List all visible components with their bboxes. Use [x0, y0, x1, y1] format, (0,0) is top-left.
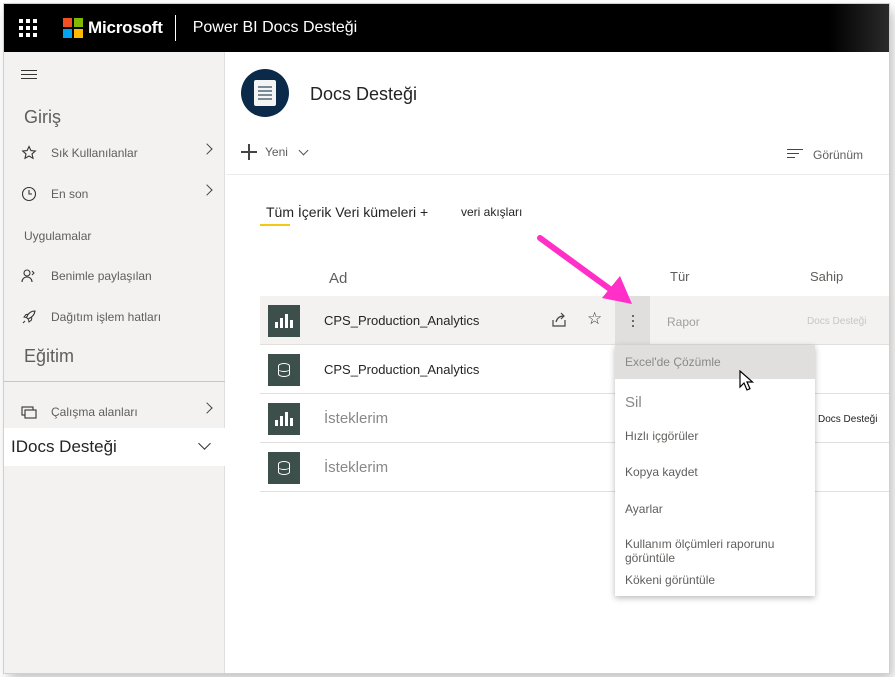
app-launcher-icon[interactable] — [4, 4, 52, 52]
menu-item-quick-insights[interactable]: Hızlı içgörüler — [615, 429, 815, 443]
workspace-avatar — [241, 69, 289, 117]
star-icon — [19, 143, 39, 163]
plus-icon — [241, 144, 257, 160]
person-share-icon — [19, 266, 39, 286]
column-header-owner[interactable]: Sahip — [810, 269, 843, 284]
view-button-label: Görünüm — [813, 148, 864, 162]
hamburger-icon[interactable] — [21, 70, 37, 82]
mouse-cursor-icon — [739, 370, 755, 391]
menu-item-analyze-in-excel[interactable]: Excel'de Çözümle — [615, 345, 815, 379]
column-header-type[interactable]: Tür — [670, 269, 690, 284]
top-bar: Microsoft Power BI Docs Desteği — [4, 4, 889, 52]
sidebar-item-label: Çalışma alanları — [51, 405, 138, 419]
brand-name: Microsoft — [88, 18, 163, 37]
favorite-star-icon[interactable]: ☆ — [587, 309, 602, 329]
item-name[interactable]: CPS_Production_Analytics — [324, 313, 479, 328]
sidebar-item-label: Benimle paylaşılan — [51, 269, 152, 283]
new-button[interactable]: Yeni — [241, 144, 309, 160]
chevron-down-icon — [298, 145, 309, 155]
report-icon — [268, 403, 300, 435]
sidebar-item-pipelines[interactable]: Dağıtım işlem hatları — [4, 298, 225, 336]
workspaces-icon — [19, 402, 39, 422]
dataset-icon — [268, 354, 300, 386]
sidebar-item-workspaces[interactable]: Çalışma alanları — [4, 393, 225, 431]
sidebar: Giriş Sık Kullanılanlar En son Uygulamal… — [4, 52, 225, 673]
main-content: Docs Desteği Yeni Görünüm Tüm İçerik Ver… — [226, 52, 889, 673]
item-type: Rapor — [667, 315, 700, 329]
annotation-arrow-icon — [537, 235, 632, 304]
active-workspace-label: IDocs Desteği — [11, 437, 117, 456]
item-name[interactable]: İsteklerim — [324, 410, 388, 427]
sidebar-learning-heading[interactable]: Eğitim — [24, 346, 74, 367]
sidebar-divider — [4, 381, 225, 382]
new-button-label: Yeni — [265, 145, 288, 159]
microsoft-logo: Microsoft — [63, 4, 163, 52]
sidebar-item-apps[interactable]: Uygulamalar — [24, 229, 91, 243]
view-button[interactable]: Görünüm — [787, 148, 863, 162]
sidebar-item-recent[interactable]: En son — [4, 175, 225, 213]
command-bar-divider — [226, 174, 889, 175]
app-title[interactable]: Power BI Docs Desteği — [193, 19, 358, 37]
menu-item-settings[interactable]: Ayarlar — [615, 502, 815, 516]
chevron-down-icon[interactable] — [198, 437, 211, 450]
sidebar-item-favorites[interactable]: Sık Kullanılanlar — [4, 134, 225, 172]
active-tab-indicator — [260, 224, 290, 226]
menu-item-delete[interactable]: Sil — [615, 394, 815, 411]
item-owner: Docs Desteği — [818, 414, 878, 425]
chevron-right-icon[interactable] — [201, 184, 213, 196]
share-icon[interactable] — [550, 311, 568, 329]
rocket-icon — [19, 307, 39, 327]
tab-dataflows[interactable]: veri akışları — [461, 205, 522, 219]
item-name[interactable]: CPS_Production_Analytics — [324, 362, 479, 377]
sidebar-item-label: Dağıtım işlem hatları — [51, 310, 162, 324]
menu-item-usage-metrics[interactable]: Kullanım ölçümleri raporunu görüntüle — [615, 537, 815, 565]
item-name[interactable]: İsteklerim — [324, 459, 388, 476]
app-window: Microsoft Power BI Docs Desteği Giriş Sı… — [4, 4, 889, 673]
dataset-icon — [268, 452, 300, 484]
sidebar-item-label: Sık Kullanılanlar — [51, 146, 138, 160]
sidebar-item-label: En son — [51, 187, 89, 201]
column-header-name[interactable]: Ad — [329, 270, 347, 287]
sidebar-item-active-workspace[interactable]: IDocs Desteği — [4, 428, 225, 466]
sidebar-item-shared[interactable]: Benimle paylaşılan — [4, 257, 225, 295]
item-owner: Docs Desteği — [807, 316, 867, 327]
microsoft-logo-icon — [63, 18, 83, 38]
workspace-title: Docs Desteği — [310, 84, 418, 104]
report-icon — [268, 305, 300, 337]
menu-item-save-copy[interactable]: Kopya kaydet — [615, 465, 815, 479]
document-icon — [254, 80, 276, 106]
clock-icon — [19, 184, 39, 204]
chevron-right-icon[interactable] — [201, 402, 213, 414]
sidebar-home-heading[interactable]: Giriş — [24, 107, 61, 128]
view-icon — [787, 148, 803, 162]
menu-item-view-lineage[interactable]: Kökeni görüntüle — [615, 573, 815, 587]
context-menu: Excel'de Çözümle Sil Hızlı içgörüler Kop… — [615, 345, 815, 596]
top-divider — [174, 15, 176, 41]
tab-all-content[interactable]: Tüm İçerik Veri kümeleri + — [266, 204, 428, 220]
chevron-right-icon[interactable] — [201, 143, 213, 155]
